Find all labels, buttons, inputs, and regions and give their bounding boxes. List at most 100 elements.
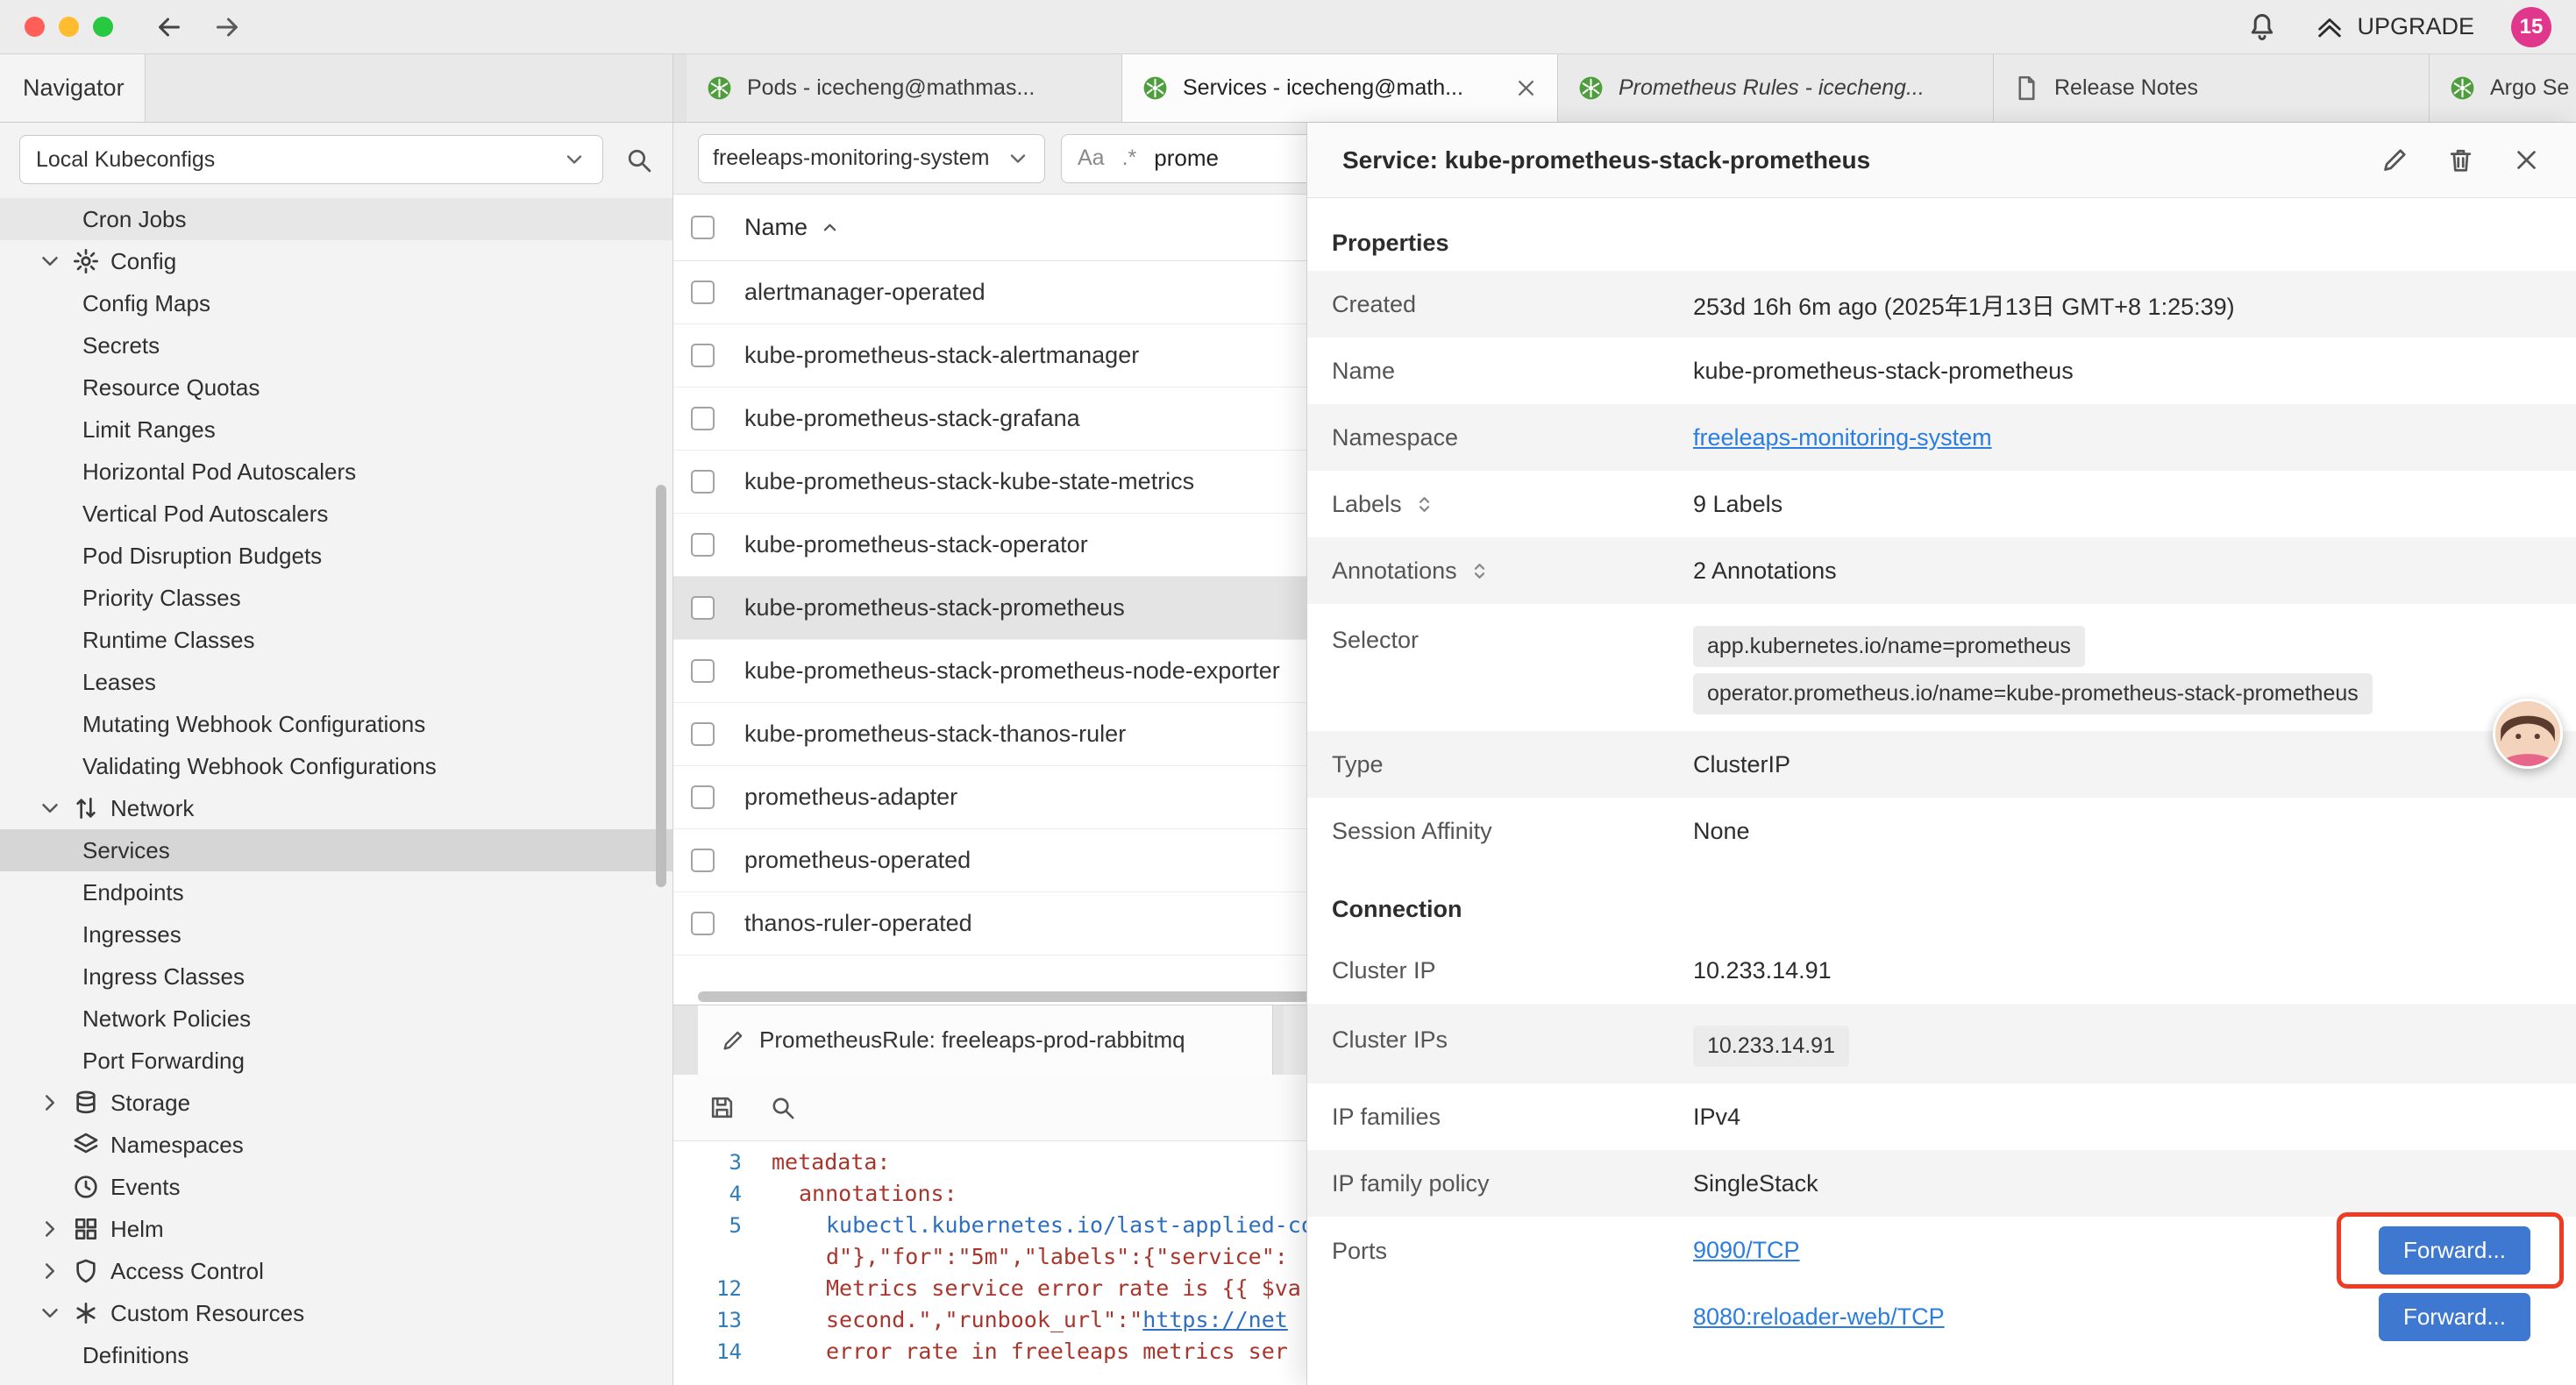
name-column-header[interactable]: Name (744, 214, 808, 241)
chevron-down-icon (562, 147, 587, 172)
document-icon (2013, 75, 2040, 102)
sidebar-item-access-control[interactable]: Access Control (0, 1250, 672, 1292)
forward-button[interactable]: Forward... (2379, 1226, 2530, 1275)
back-button[interactable] (153, 11, 185, 43)
sidebar-item-cron-jobs[interactable]: Cron Jobs (0, 198, 672, 240)
sidebar-item-config-maps[interactable]: Config Maps (0, 282, 672, 324)
sidebar-item-services[interactable]: Services (0, 829, 672, 871)
match-case-toggle[interactable]: Aa (1078, 146, 1105, 171)
sort-ascending-icon[interactable] (818, 216, 842, 239)
sidebar-item-events[interactable]: Events (0, 1166, 672, 1208)
port-link[interactable]: 9090/TCP (1693, 1237, 1800, 1264)
row-checkbox[interactable] (691, 281, 715, 304)
tab-services-icecheng-math[interactable]: Services - icecheng@math... (1122, 54, 1558, 122)
sidebar-item-port-forwarding[interactable]: Port Forwarding (0, 1040, 672, 1082)
sidebar-item-label: Port Forwarding (82, 1048, 245, 1075)
detail-row-name: Namekube-prometheus-stack-prometheus (1307, 337, 2576, 404)
row-checkbox[interactable] (691, 344, 715, 367)
delete-button[interactable] (2446, 146, 2475, 174)
dock-tab-prometheusrule[interactable]: PrometheusRule: freeleaps-prod-rabbitmq (698, 1005, 1273, 1075)
sidebar-item-label: Ingress Classes (82, 963, 245, 991)
row-checkbox[interactable] (691, 596, 715, 620)
sidebar-item-endpoints[interactable]: Endpoints (0, 871, 672, 913)
save-icon[interactable] (708, 1094, 736, 1121)
sidebar-scrollbar[interactable] (656, 485, 666, 887)
sidebar-item-resource-quotas[interactable]: Resource Quotas (0, 366, 672, 408)
port-row: 9090/TCP Forward... (1693, 1217, 2576, 1283)
row-checkbox[interactable] (691, 722, 715, 746)
expand-toggle-icon[interactable] (1413, 493, 1436, 516)
sidebar-item-ingresses[interactable]: Ingresses (0, 913, 672, 955)
zoom-window-button[interactable] (93, 17, 113, 37)
kubeconfig-select[interactable]: Local Kubeconfigs (19, 135, 603, 184)
sidebar-item-label: Horizontal Pod Autoscalers (82, 458, 356, 486)
port-link[interactable]: 8080:reloader-web/TCP (1693, 1303, 1945, 1331)
forward-button[interactable] (211, 11, 243, 43)
close-details-button[interactable] (2512, 146, 2541, 174)
select-all-checkbox[interactable] (691, 216, 715, 239)
service-name: kube-prometheus-stack-prometheus-node-ex… (744, 657, 1280, 685)
row-checkbox[interactable] (691, 849, 715, 872)
upgrade-icon (2315, 12, 2345, 42)
service-name: prometheus-operated (744, 847, 971, 874)
search-icon[interactable] (624, 146, 653, 174)
service-name: prometheus-adapter (744, 784, 957, 811)
namespace-link[interactable]: freeleaps-monitoring-system (1693, 424, 1992, 451)
sidebar-item-runtime-classes[interactable]: Runtime Classes (0, 619, 672, 661)
navigator-tab[interactable]: Navigator (0, 54, 146, 122)
sidebar-item-limit-ranges[interactable]: Limit Ranges (0, 408, 672, 451)
sidebar-item-priority-classes[interactable]: Priority Classes (0, 577, 672, 619)
tab-release-notes[interactable]: Release Notes (1994, 54, 2430, 122)
expand-toggle-icon[interactable] (1468, 559, 1491, 583)
sidebar-item-horizontal-pod-autoscalers[interactable]: Horizontal Pod Autoscalers (0, 451, 672, 493)
detail-value: 2 Annotations (1693, 558, 2576, 585)
row-checkbox[interactable] (691, 533, 715, 557)
editor-search-icon[interactable] (769, 1094, 796, 1121)
detail-label-text: Cluster IPs (1332, 1026, 1448, 1054)
row-checkbox[interactable] (691, 659, 715, 683)
tab-argo-se[interactable]: Argo Se (2430, 54, 2576, 122)
kubernetes-icon (706, 75, 733, 102)
forward-button[interactable]: Forward... (2379, 1293, 2530, 1341)
sidebar-item-leases[interactable]: Leases (0, 661, 672, 703)
sidebar-item-vertical-pod-autoscalers[interactable]: Vertical Pod Autoscalers (0, 493, 672, 535)
row-checkbox[interactable] (691, 785, 715, 809)
value-badge: 10.233.14.91 (1693, 1026, 1849, 1067)
tab-prometheus-rules-icecheng[interactable]: Prometheus Rules - icecheng... (1558, 54, 1994, 122)
edit-button[interactable] (2380, 146, 2409, 174)
line-number: 4 (673, 1178, 742, 1210)
row-checkbox[interactable] (691, 470, 715, 494)
tab-pods-icecheng-mathmas[interactable]: Pods - icecheng@mathmas... (687, 54, 1122, 122)
sidebar-item-storage[interactable]: Storage (0, 1082, 672, 1124)
sidebar-item-helm[interactable]: Helm (0, 1208, 672, 1250)
row-checkbox[interactable] (691, 407, 715, 430)
details-body: PropertiesCreated253d 16h 6m ago (2025年1… (1307, 198, 2576, 1350)
app-window: UPGRADE 15 Navigator Pods - icecheng@mat… (0, 0, 2576, 1385)
sidebar-item-definitions[interactable]: Definitions (0, 1334, 672, 1376)
search-query-text: prome (1154, 145, 1219, 172)
sidebar-item-namespaces[interactable]: Namespaces (0, 1124, 672, 1166)
sidebar-item-config[interactable]: Config (0, 240, 672, 282)
upgrade-button[interactable]: UPGRADE (2315, 12, 2474, 42)
sidebar-item-label: Config Maps (82, 290, 210, 317)
shield-icon (72, 1257, 100, 1285)
sidebar-item-pod-disruption-budgets[interactable]: Pod Disruption Budgets (0, 535, 672, 577)
user-avatar[interactable] (2493, 699, 2563, 769)
sidebar-item-mutating-webhook-configurations[interactable]: Mutating Webhook Configurations (0, 703, 672, 745)
close-window-button[interactable] (25, 17, 45, 37)
notification-count-badge[interactable]: 15 (2511, 7, 2551, 47)
port-row: 8080:reloader-web/TCP Forward... (1693, 1283, 2576, 1350)
sidebar-toolbar: Local Kubeconfigs (0, 123, 672, 196)
tab-close-icon[interactable] (1514, 76, 1538, 100)
sidebar-item-custom-resources[interactable]: Custom Resources (0, 1292, 672, 1334)
sidebar-item-network-policies[interactable]: Network Policies (0, 998, 672, 1040)
sidebar-item-validating-webhook-configurations[interactable]: Validating Webhook Configurations (0, 745, 672, 787)
regex-toggle[interactable]: .* (1122, 146, 1137, 171)
notifications-bell-icon[interactable] (2246, 11, 2278, 43)
sidebar-item-network[interactable]: Network (0, 787, 672, 829)
minimize-window-button[interactable] (59, 17, 79, 37)
row-checkbox[interactable] (691, 912, 715, 935)
namespace-select[interactable]: freeleaps-monitoring-system (698, 134, 1045, 183)
sidebar-item-ingress-classes[interactable]: Ingress Classes (0, 955, 672, 998)
sidebar-item-secrets[interactable]: Secrets (0, 324, 672, 366)
